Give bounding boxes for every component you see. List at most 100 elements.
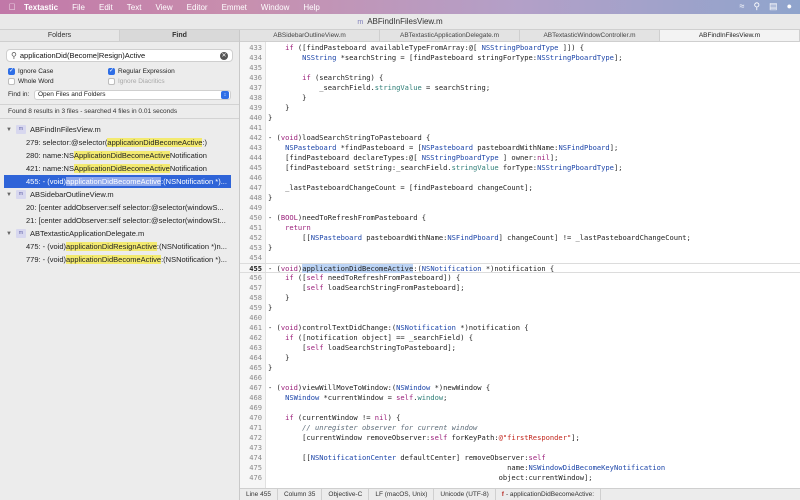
tab-folders[interactable]: Folders	[0, 30, 120, 41]
status-encoding[interactable]: Unicode (UTF-8)	[434, 488, 496, 500]
code-line[interactable]: 470 if (currentWindow != nil) {	[240, 413, 800, 423]
line-number: 459	[249, 303, 262, 312]
result-hit[interactable]: 475: - (void)applicationDidResignActive:…	[0, 240, 231, 253]
tab-find[interactable]: Find	[120, 30, 239, 41]
code-line[interactable]: 437 _searchField.stringValue = searchStr…	[240, 83, 800, 93]
status-line[interactable]: Line 455	[240, 488, 278, 500]
tab-window-controller[interactable]: ABTextasticWindowController.m	[520, 30, 660, 41]
apple-menu-icon[interactable]: 	[0, 2, 24, 12]
code-line[interactable]: 459}	[240, 303, 800, 313]
code-line[interactable]: 465}	[240, 363, 800, 373]
code-line[interactable]: 433 if ([findPasteboard availableTypeFro…	[240, 43, 800, 53]
checkbox-checked-icon[interactable]: ✓	[108, 67, 115, 75]
code-line[interactable]: 452 [[NSPasteboard pasteboardWithName:NS…	[240, 233, 800, 243]
code-line[interactable]: 445 [findPasteboard setString:_searchFie…	[240, 163, 800, 173]
code-line[interactable]: 456 if ([self needToRefreshFromPasteboar…	[240, 273, 800, 283]
code-line[interactable]: 475 name:NSWindowDidBecomeKeyNotificatio…	[240, 463, 800, 473]
code-line[interactable]: 472 [currentWindow removeObserver:self f…	[240, 433, 800, 443]
code-line[interactable]: 474 [[NSNotificationCenter defaultCenter…	[240, 453, 800, 463]
code-line[interactable]: 440}	[240, 113, 800, 123]
code-line[interactable]: 450- (BOOL)needToRefreshFromPasteboard {	[240, 213, 800, 223]
status-syntax[interactable]: Objective-C	[322, 488, 370, 500]
menu-text[interactable]: Text	[127, 3, 142, 12]
checkbox-unchecked-icon[interactable]	[8, 77, 15, 85]
regex-option[interactable]: ✓ Regular Expression	[108, 67, 208, 75]
whole-word-option[interactable]: Whole Word	[8, 77, 108, 85]
wifi-icon[interactable]: ≈	[740, 1, 745, 12]
find-in-row: Find in: Open Files and Folders ↕	[8, 89, 231, 100]
find-in-popup[interactable]: Open Files and Folders ↕	[34, 89, 231, 100]
code-line[interactable]: 448}	[240, 193, 800, 203]
find-in-value: Open Files and Folders	[38, 91, 106, 98]
clear-search-icon[interactable]: ✕	[220, 51, 228, 60]
ignore-case-option[interactable]: ✓ Ignore Case	[8, 67, 108, 75]
code-line[interactable]: 451 return	[240, 223, 800, 233]
code-line[interactable]: 468 NSWindow *currentWindow = self.windo…	[240, 393, 800, 403]
result-hit-selected[interactable]: 455: - (void)applicationDidBecomeActive:…	[4, 175, 231, 188]
code-line[interactable]: 466	[240, 373, 800, 383]
code-line[interactable]: 436 if (searchString) {	[240, 73, 800, 83]
code-line[interactable]: 471 // unregister observer for current w…	[240, 423, 800, 433]
code-line[interactable]: 434 NSString *searchString = [findPasteb…	[240, 53, 800, 63]
code-line[interactable]: 443 NSPasteboard *findPasteboard = [NSPa…	[240, 143, 800, 153]
menu-file[interactable]: File	[72, 3, 85, 12]
checkbox-checked-icon[interactable]: ✓	[8, 67, 15, 75]
code-line[interactable]: 461- (void)controlTextDidChange:(NSNotif…	[240, 323, 800, 333]
code-line[interactable]: 449	[240, 203, 800, 213]
result-hit[interactable]: 20: [center addObserver:self selector:@s…	[0, 201, 231, 214]
status-symbol[interactable]: f- applicationDidBecomeActive:	[496, 488, 602, 500]
result-hit[interactable]: 779: - (void)applicationDidBecomeActive:…	[0, 253, 231, 266]
code-line[interactable]: 464 }	[240, 353, 800, 363]
siri-icon[interactable]: ●	[787, 1, 792, 12]
disclosure-open-icon[interactable]: ▼	[6, 231, 16, 237]
result-hit[interactable]: 279: selector:@selector(applicationDidBe…	[0, 136, 231, 149]
tab-sidebar-outline-view[interactable]: ABSidebarOutlineView.m	[240, 30, 380, 41]
menu-window[interactable]: Window	[261, 3, 289, 12]
code-line[interactable]: 441	[240, 123, 800, 133]
code-line-current[interactable]: 455- (void)applicationDidBecomeActive:(N…	[240, 263, 800, 273]
code-line[interactable]: 458 }	[240, 293, 800, 303]
menu-editor[interactable]: Editor	[187, 3, 208, 12]
menu-help[interactable]: Help	[303, 3, 319, 12]
menu-emmet[interactable]: Emmet	[222, 3, 247, 12]
code-line[interactable]: 453}	[240, 243, 800, 253]
code-line[interactable]: 457 [self loadSearchStringFromPasteboard…	[240, 283, 800, 293]
result-hit[interactable]: 21: [center addObserver:self selector:@s…	[0, 214, 231, 227]
search-icon[interactable]: ⚲	[753, 1, 760, 12]
code-line[interactable]: 444 [findPasteboard declareTypes:@[ NSSt…	[240, 153, 800, 163]
tab-app-delegate[interactable]: ABTextasticApplicationDelegate.m	[380, 30, 520, 41]
result-hit[interactable]: 421: name:NSApplicationDidBecomeActiveNo…	[0, 162, 231, 175]
menu-view[interactable]: View	[155, 3, 172, 12]
code-line[interactable]: 442- (void)loadSearchStringToPasteboard …	[240, 133, 800, 143]
code-line[interactable]: 447 _lastPasteboardChangeCount = [findPa…	[240, 183, 800, 193]
search-input[interactable]: applicationDid(Become|Resign)Active	[20, 51, 220, 60]
status-column[interactable]: Column 35	[278, 488, 323, 500]
result-file[interactable]: ▼ m ABTextasticApplicationDelegate.m	[0, 227, 239, 240]
code-editor[interactable]: 433 if ([findPasteboard availableTypeFro…	[240, 42, 800, 488]
menu-app-name[interactable]: Textastic	[24, 3, 58, 12]
line-number: 437	[249, 83, 262, 92]
code-line[interactable]: 435	[240, 63, 800, 73]
result-hit[interactable]: 280: name:NSApplicationDidBecomeActiveNo…	[0, 149, 231, 162]
code-line[interactable]: 446	[240, 173, 800, 183]
code-line[interactable]: 469	[240, 403, 800, 413]
code-line[interactable]: 463 [self loadSearchStringToPasteboard];	[240, 343, 800, 353]
disclosure-open-icon[interactable]: ▼	[6, 192, 16, 198]
tab-find-in-files-view[interactable]: ABFindInFilesView.m	[660, 30, 800, 41]
code-line[interactable]: 476 object:currentWindow];	[240, 473, 800, 483]
code-line[interactable]: 439 }	[240, 103, 800, 113]
code-line[interactable]: 473	[240, 443, 800, 453]
code-line[interactable]: 438 }	[240, 93, 800, 103]
control-center-icon[interactable]: ▤	[769, 1, 778, 12]
find-search-field[interactable]: ⚲ applicationDid(Become|Resign)Active ✕	[6, 49, 233, 62]
code-line[interactable]: 462 if ([notification object] == _search…	[240, 333, 800, 343]
result-file[interactable]: ▼ m ABFindInFilesView.m	[0, 123, 239, 136]
code-line[interactable]: 467- (void)viewWillMoveToWindow:(NSWindo…	[240, 383, 800, 393]
result-file[interactable]: ▼ m ABSidebarOutlineView.m	[0, 188, 239, 201]
code-line[interactable]: 460	[240, 313, 800, 323]
line-number: 433	[249, 43, 262, 52]
menu-edit[interactable]: Edit	[99, 3, 113, 12]
code-line[interactable]: 454	[240, 253, 800, 263]
status-line-endings[interactable]: LF (macOS, Unix)	[369, 488, 435, 500]
disclosure-open-icon[interactable]: ▼	[6, 127, 16, 133]
